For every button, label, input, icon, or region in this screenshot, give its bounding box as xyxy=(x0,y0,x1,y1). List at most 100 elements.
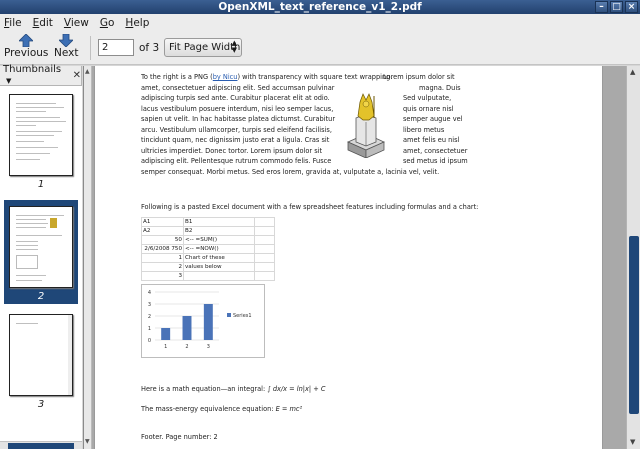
legend-swatch xyxy=(227,313,231,317)
table-cell: B1 xyxy=(183,217,255,227)
table-cell: 3 xyxy=(141,271,184,281)
math-line: Here is a math equation—an integral: ∫ d… xyxy=(141,384,325,395)
table-row: 1 Chart of these xyxy=(141,253,275,263)
table-cell xyxy=(254,253,275,263)
table-cell: B2 xyxy=(183,226,255,236)
thumbnail-list: 1 2 3 xyxy=(0,85,82,441)
dropdown-arrow-icon: ▼ xyxy=(6,77,12,85)
page-number-input[interactable]: 2 xyxy=(98,39,134,56)
table-row: 50 <-- =SUM() xyxy=(141,235,275,245)
thumbnail-image xyxy=(9,314,73,396)
document-vertical-scrollbar[interactable]: ▲ ▼ xyxy=(626,66,640,449)
page-left-gutter: ▲ ▼ xyxy=(84,66,92,449)
table-row: A2 B2 xyxy=(141,226,275,236)
thumbnail-label: 2 xyxy=(37,291,45,302)
thumbnail-label: 1 xyxy=(37,179,45,190)
table-cell xyxy=(254,217,275,227)
menu-file[interactable]: File xyxy=(4,17,22,29)
next-label: Next xyxy=(54,47,79,59)
energy-text: The mass-energy equivalence equation: xyxy=(141,405,274,413)
paragraph-1-line: tincidunt quam, nec dignissim justo erat… xyxy=(141,136,330,144)
statue-image xyxy=(347,93,385,158)
scroll-up-icon[interactable]: ▲ xyxy=(630,68,635,76)
arrow-up-icon xyxy=(19,34,34,47)
y-tick-label: 3 xyxy=(148,302,151,308)
thumbnail-image xyxy=(9,206,73,288)
legend-label: Series1 xyxy=(233,313,252,319)
table-cell: 2/6/2008 750 xyxy=(141,244,184,254)
nicu-link[interactable]: by Nicu xyxy=(213,73,238,81)
para-text: ) with transparency with square text wra… xyxy=(237,73,393,81)
table-cell: 50 xyxy=(141,235,184,245)
scroll-left-up-icon: ▲ xyxy=(85,68,90,75)
chevron-updown-icon: ▲ ▼ xyxy=(231,39,237,54)
paragraph-1-line: ultricies imperdiet. Donec tortor. Lorem… xyxy=(141,146,323,155)
x-tick-label: 2 xyxy=(185,344,188,350)
paragraph-1-right: Sed vulputate, xyxy=(403,94,452,102)
sidebar: Thumbnails ▼ ✕ 1 2 3 xyxy=(0,64,82,449)
bar-chart: 0 1 2 3 4 1 2 3 Series1 xyxy=(141,284,265,358)
scrollbar-thumb[interactable] xyxy=(629,236,639,414)
x-tick-label: 1 xyxy=(164,344,167,350)
y-tick-label: 2 xyxy=(148,314,151,320)
table-row: 2/6/2008 750 <-- =NOW() xyxy=(141,244,275,254)
paragraph-1-right: amet, consectetuer xyxy=(403,146,468,155)
menu-help[interactable]: Help xyxy=(125,17,149,29)
table-cell: A2 xyxy=(141,226,184,236)
table-cell: Chart of these xyxy=(183,253,255,263)
maximize-button[interactable]: □ xyxy=(610,1,623,13)
next-button[interactable]: Next xyxy=(54,34,78,59)
sidebar-header: Thumbnails ▼ ✕ xyxy=(0,64,81,86)
page-footer: Footer. Page number: 2 xyxy=(141,433,218,441)
thumbnail-label: 3 xyxy=(37,399,45,410)
table-row: 2 values below xyxy=(141,262,275,272)
scrollbar-thumb[interactable] xyxy=(8,443,74,449)
menu-view[interactable]: View xyxy=(64,17,89,29)
paragraph-1-line: amet, consectetuer adipiscing elit. Sed … xyxy=(141,83,335,92)
bar xyxy=(182,316,192,340)
para-text: To the right is a PNG ( xyxy=(141,73,213,81)
sidebar-horizontal-scrollbar[interactable] xyxy=(0,441,82,449)
thumbnail-page-3[interactable]: 3 xyxy=(4,310,78,410)
table-row: A1 B1 xyxy=(141,217,275,227)
close-sidebar-icon[interactable]: ✕ xyxy=(73,70,81,81)
sidebar-mode-select[interactable]: Thumbnails ▼ xyxy=(3,64,64,86)
y-tick-label: 1 xyxy=(148,326,151,332)
pdf-page: To the right is a PNG (by Nicu) with tra… xyxy=(94,66,603,449)
close-button[interactable]: × xyxy=(625,1,638,13)
table-cell xyxy=(254,262,275,272)
page-count-label: of 3 xyxy=(139,42,160,54)
table-cell: 1 xyxy=(141,253,184,263)
paragraph-1-line: sapien ut velit. In hac habitasse platea… xyxy=(141,115,336,123)
energy-line: The mass-energy equivalence equation: E … xyxy=(141,404,302,415)
paragraph-1-last-line: semper consequat. Morbi metus. Sed eros … xyxy=(141,167,440,176)
paragraph-1-right: libero metus xyxy=(403,125,445,134)
paragraph-1-right: magna. Duis xyxy=(419,83,461,92)
toolbar: Previous Next 2 of 3 Fit Page Width ▲ ▼ xyxy=(0,31,640,65)
minimize-button[interactable]: – xyxy=(595,1,608,13)
math-formula: ∫ dx/x = ln|x| + C xyxy=(267,385,326,393)
zoom-select[interactable]: Fit Page Width ▲ ▼ xyxy=(164,38,242,57)
scroll-down-icon[interactable]: ▼ xyxy=(630,438,635,446)
menu-go[interactable]: Go xyxy=(100,17,115,29)
paragraph-1-line: adipiscing elit. Pellentesque rutrum com… xyxy=(141,157,332,165)
zoom-value: Fit Page Width xyxy=(169,42,241,53)
thumbnail-page-2[interactable]: 2 xyxy=(4,200,78,304)
paragraph-1-right: Lorem ipsum dolor sit xyxy=(383,73,455,81)
paragraph-2: Following is a pasted Excel document wit… xyxy=(141,203,479,211)
bar xyxy=(203,304,213,340)
arrow-down-icon xyxy=(59,34,74,47)
y-tick-label: 0 xyxy=(148,338,151,344)
table-cell xyxy=(183,271,255,281)
table-cell: 2 xyxy=(141,262,184,272)
energy-formula: E = mc² xyxy=(275,405,303,413)
thumbnail-page-1[interactable]: 1 xyxy=(4,90,78,190)
paragraph-1-line: arcu. Vestibulum ullamcorper, turpis sed… xyxy=(141,125,332,134)
scroll-left-down-icon: ▼ xyxy=(85,438,90,445)
paragraph-1-right: quis ornare nisl xyxy=(403,104,454,113)
menu-edit[interactable]: Edit xyxy=(33,17,53,29)
sidebar-title: Thumbnails xyxy=(3,64,62,75)
document-viewport[interactable]: ▲ ▼ To the right is a PNG (by Nicu) with… xyxy=(83,66,626,449)
table-cell: <-- =NOW() xyxy=(183,244,255,254)
previous-button[interactable]: Previous xyxy=(4,34,48,59)
